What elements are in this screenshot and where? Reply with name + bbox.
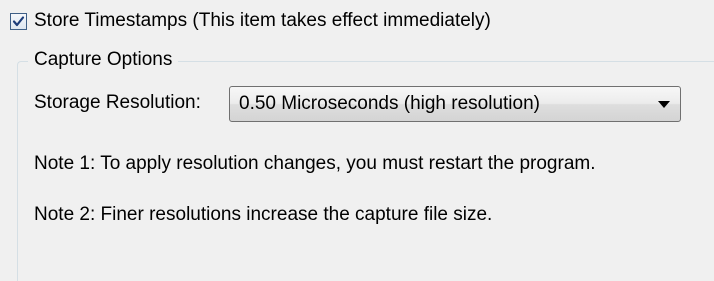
capture-options-title: Capture Options	[28, 48, 179, 72]
dropdown-arrow-icon[interactable]	[652, 100, 676, 108]
store-timestamps-row[interactable]: Store Timestamps (This item takes effect…	[10, 8, 491, 34]
checkmark-icon	[12, 15, 25, 26]
note-restart-program: Note 1: To apply resolution changes, you…	[34, 153, 596, 174]
storage-resolution-value[interactable]: 0.50 Microseconds (high resolution)	[230, 93, 652, 115]
store-timestamps-checkbox[interactable]	[10, 12, 27, 30]
store-timestamps-label[interactable]: Store Timestamps (This item takes effect…	[34, 10, 491, 32]
storage-resolution-dropdown[interactable]: 0.50 Microseconds (high resolution)	[229, 86, 681, 122]
storage-resolution-label: Storage Resolution:	[34, 92, 201, 113]
note-file-size: Note 2: Finer resolutions increase the c…	[34, 204, 493, 225]
